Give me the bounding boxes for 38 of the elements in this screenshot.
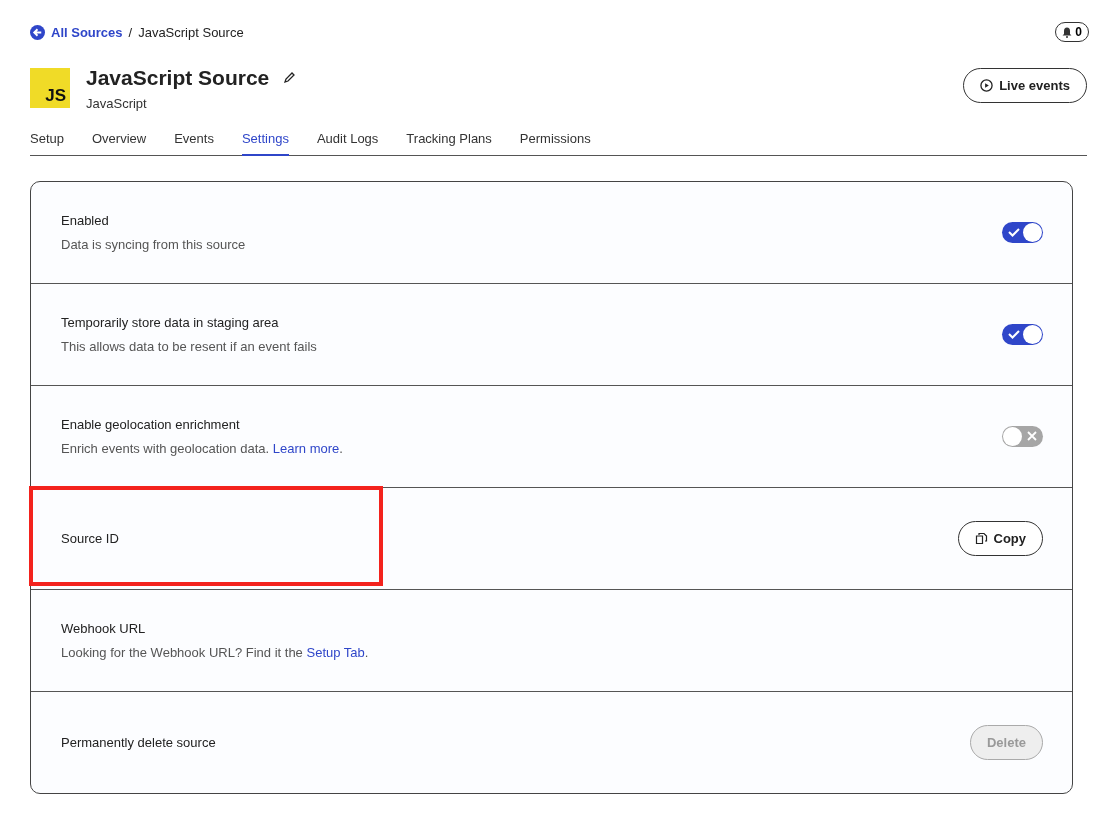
x-icon — [1027, 431, 1037, 441]
toggle-switch[interactable] — [1002, 222, 1043, 243]
tab[interactable]: Settings — [241, 125, 289, 156]
tab[interactable]: Permissions — [519, 125, 591, 156]
setting-title: Temporarily store data in staging area — [61, 315, 280, 330]
setting-title: Enable geolocation enrichment — [61, 417, 241, 432]
toggle-switch[interactable] — [1002, 426, 1043, 447]
bell-icon — [1062, 26, 1073, 38]
breadcrumb-separator: / — [128, 24, 133, 40]
setting-title: Webhook URL — [61, 621, 147, 636]
tab[interactable]: Audit Logs — [316, 125, 379, 156]
inline-link[interactable]: Setup Tab — [306, 645, 365, 660]
tab[interactable]: Events — [174, 125, 214, 156]
toggle-switch[interactable] — [1002, 324, 1043, 345]
copy-icon — [974, 532, 988, 545]
tab[interactable]: Setup — [30, 125, 64, 156]
page-title: JavaScript Source — [86, 66, 270, 90]
live-events-button[interactable]: Live events — [963, 68, 1087, 103]
setting-title: Enabled — [61, 213, 110, 228]
notifications-button[interactable]: 0 — [1055, 22, 1089, 42]
tab[interactable]: Overview — [92, 125, 147, 156]
setting-description: Looking for the Webhook URL? Find it the Setup Tab. — [61, 645, 369, 660]
back-arrow-icon[interactable] — [30, 24, 45, 40]
js-logo: JS — [30, 68, 70, 108]
breadcrumb-link[interactable]: All Sources — [51, 24, 123, 40]
check-icon — [1008, 227, 1020, 238]
breadcrumb-current: JavaScript Source — [138, 24, 244, 40]
copy-button[interactable]: Copy — [957, 521, 1043, 556]
setting-title: Permanently delete source — [61, 735, 216, 750]
setting-description: Enrich events with geolocation data. Learn more. — [61, 441, 343, 456]
check-icon — [1008, 329, 1020, 340]
page-subtitle: JavaScript — [86, 96, 148, 111]
play-icon — [980, 79, 994, 92]
tab[interactable]: Tracking Plans — [406, 125, 492, 156]
pencil-icon[interactable] — [283, 72, 296, 84]
setting-title: Source ID — [61, 531, 119, 546]
setting-description: Data is syncing from this source — [61, 237, 246, 252]
setting-description: This allows data to be resent if an event fails — [61, 339, 317, 354]
